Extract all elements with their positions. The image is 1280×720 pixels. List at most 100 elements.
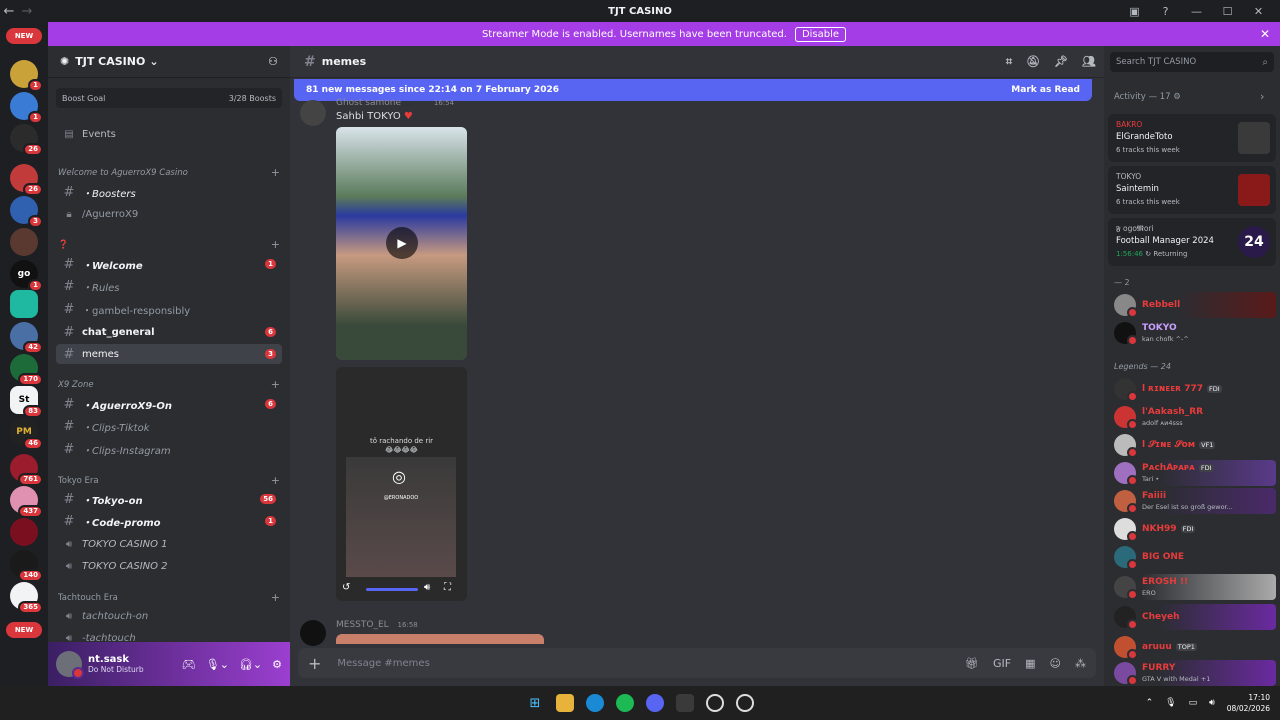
category-welcome[interactable]: Welcome to AguerroX9 Casino + — [58, 166, 280, 179]
pin-icon[interactable]: 📌︎ — [1054, 55, 1068, 69]
game-activity-icon[interactable]: 🎮︎ — [182, 658, 196, 671]
activity-card[interactable]: 𝕱 ogo𝕸ori Football Manager 2024 1:56:46 … — [1108, 218, 1276, 266]
message-composer[interactable]: + Message #memes 🎁︎ GIF ▦ ☺ ⁂ — [298, 648, 1096, 678]
minimize-button[interactable]: — — [1181, 0, 1212, 22]
edge-browser-icon[interactable] — [586, 694, 604, 712]
replay-icon[interactable]: ↺ — [342, 582, 350, 593]
events-item[interactable]: ▤ Events — [56, 124, 282, 144]
member-item[interactable]: l'Aakash_RR adolf ᴀᴎ4sss — [1108, 404, 1276, 430]
channel-gambel[interactable]: # ・gambel-responsibly — [56, 299, 282, 319]
maximize-button[interactable]: ☐ — [1212, 0, 1243, 22]
server-icon[interactable]: 140 — [10, 550, 43, 582]
member-item[interactable]: Faiiii Der Esel ist so groß gewor... — [1108, 488, 1276, 514]
inbox-icon[interactable]: ▣ — [1119, 0, 1150, 22]
server-icon[interactable]: 170 — [10, 354, 43, 386]
channel-clips-tiktok[interactable]: # ・Clips-Tiktok — [56, 416, 282, 436]
video-attachment[interactable]: ▶ — [336, 127, 467, 360]
member-item[interactable]: BIG ONE — [1108, 544, 1276, 570]
server-icon[interactable]: PM 46 — [10, 418, 43, 450]
channel-clips-instagram[interactable]: # ・Clips-Instagram — [56, 439, 282, 459]
member-item[interactable]: PᴀᴄhAᴘᴀᴘᴀ FDI Tari • — [1108, 460, 1276, 486]
boost-goal[interactable]: Boost Goal 3/28 Boosts — [56, 88, 282, 108]
search-input[interactable]: Search TJT CASINO ⌕ — [1110, 52, 1274, 72]
gear-icon[interactable]: ⚙ — [272, 658, 282, 671]
settings-icon[interactable] — [736, 694, 754, 712]
app-icon[interactable] — [706, 694, 724, 712]
server-icon[interactable]: 3 — [10, 196, 43, 228]
close-window-button[interactable]: ✕ — [1243, 0, 1274, 22]
category-tachtouch-era[interactable]: Tachtouch Era + — [58, 591, 280, 604]
server-icon[interactable]: 1 — [10, 92, 43, 124]
voice-tachtouch-on[interactable]: 🔊︎ tachtouch-on — [56, 606, 282, 626]
member-item[interactable]: Rebbell — [1108, 292, 1276, 318]
member-item[interactable]: aruuu TOP1 — [1108, 634, 1276, 660]
member-item[interactable]: l ʀɪɴᴇᴇʀ 777 FDI — [1108, 376, 1276, 402]
chevron-right-icon[interactable]: › — [1260, 90, 1264, 103]
spotify-icon[interactable] — [616, 694, 634, 712]
server-icon[interactable]: 42 — [10, 322, 43, 354]
gift-icon[interactable]: 🎁︎ — [965, 657, 979, 670]
message-author[interactable]: MESSTO_EL — [336, 620, 389, 630]
server-icon[interactable]: 1 — [10, 60, 43, 92]
member-item[interactable]: l 𝓢ɪɴᴇ 𝓢ᴏᴍ VF1 — [1108, 432, 1276, 458]
channel-memes[interactable]: # memes 3 — [56, 344, 282, 364]
add-channel-icon[interactable]: + — [271, 474, 280, 487]
channel-code-promo[interactable]: # ・Code-promo 1 — [56, 511, 282, 531]
message-author[interactable]: Ghost samone — [336, 98, 401, 108]
message-input-placeholder[interactable]: Message #memes — [337, 658, 429, 669]
mark-as-read-button[interactable]: Mark as Read — [1011, 85, 1080, 95]
channel-aguerro-on[interactable]: # ・AguerroX9-On 6 — [56, 394, 282, 414]
notification-bell-icon[interactable]: 🔕︎ — [1026, 55, 1040, 69]
member-item[interactable]: TOKYO kan chofk ^-^ — [1108, 320, 1276, 346]
invite-people-icon[interactable]: ⚇ — [268, 55, 278, 68]
windows-start-icon[interactable]: ⊞ — [526, 694, 544, 712]
activity-card[interactable]: BAKRO ElGrandeToto 6 tracks this week — [1108, 114, 1276, 162]
voice-tokyo-casino-1[interactable]: 🔊︎ TOKYO CASINO 1 — [56, 534, 282, 554]
add-channel-icon[interactable]: + — [271, 378, 280, 391]
image-attachment[interactable] — [336, 634, 544, 644]
disable-streamer-button[interactable]: Disable — [794, 26, 847, 42]
store-icon[interactable] — [676, 694, 694, 712]
server-icon[interactable]: go 1 — [10, 260, 43, 292]
server-icon[interactable] — [10, 228, 38, 256]
member-item[interactable]: Cheyeh — [1108, 604, 1276, 630]
server-icon[interactable]: 437 — [10, 486, 43, 518]
channel-aguerro[interactable]: 🔒︎ /AguerroX9 — [56, 204, 282, 224]
activity-header[interactable]: Activity — 17 ⚙ — [1114, 92, 1181, 102]
network-icon[interactable]: ▭ — [1189, 698, 1198, 708]
channel-welcome[interactable]: # ・Welcome 1 — [56, 254, 282, 274]
video-progress[interactable] — [366, 588, 418, 591]
back-arrow-icon[interactable]: ← — [0, 4, 18, 19]
headphones-icon[interactable]: 🎧︎⌄ — [239, 658, 262, 671]
server-icon[interactable]: St 83 — [10, 386, 43, 418]
forward-arrow-icon[interactable]: → — [18, 4, 36, 19]
server-header[interactable]: ✺ TJT CASINO ⌄ ⚇ — [48, 46, 290, 78]
apps-icon[interactable]: ⁂ — [1075, 657, 1086, 670]
voice-tokyo-casino-2[interactable]: 🔊︎ TOKYO CASINO 2 — [56, 556, 282, 576]
category-tokyo-era[interactable]: Tokyo Era + — [58, 474, 280, 487]
category-x9-zone[interactable]: X9 Zone + — [58, 378, 280, 391]
server-icon[interactable] — [10, 290, 38, 318]
channel-tokyo-on[interactable]: # ・Tokyo-on 56 — [56, 489, 282, 509]
microphone-icon[interactable]: 🎙︎⌄ — [206, 658, 229, 671]
play-icon[interactable]: ▶ — [386, 227, 418, 259]
fullscreen-icon[interactable]: ⛶ — [444, 582, 451, 593]
add-channel-icon[interactable]: + — [271, 238, 280, 251]
microphone-icon[interactable]: 🎙︎ — [1165, 698, 1176, 708]
threads-icon[interactable]: ⌗ — [1006, 55, 1012, 69]
discord-icon[interactable] — [646, 694, 664, 712]
server-icon[interactable]: 365 — [10, 582, 43, 614]
member-item[interactable]: FURRY GTA V with Medal +1 — [1108, 660, 1276, 686]
server-icon[interactable]: 26 — [10, 164, 43, 196]
avatar[interactable] — [56, 651, 84, 679]
member-item[interactable]: EROSH !! ERO — [1108, 574, 1276, 600]
channel-boosters[interactable]: # ・Boosters — [56, 182, 282, 202]
chevron-up-icon[interactable]: ⌃ — [1146, 698, 1154, 708]
category-unnamed[interactable]: ❓ + — [58, 238, 280, 251]
channel-rules[interactable]: # ・Rules — [56, 276, 282, 296]
system-clock[interactable]: 17:10 08/02/2026 — [1227, 692, 1270, 714]
server-icon[interactable]: 26 — [10, 124, 43, 156]
avatar[interactable] — [300, 100, 326, 126]
add-channel-icon[interactable]: + — [271, 166, 280, 179]
add-channel-icon[interactable]: + — [271, 591, 280, 604]
